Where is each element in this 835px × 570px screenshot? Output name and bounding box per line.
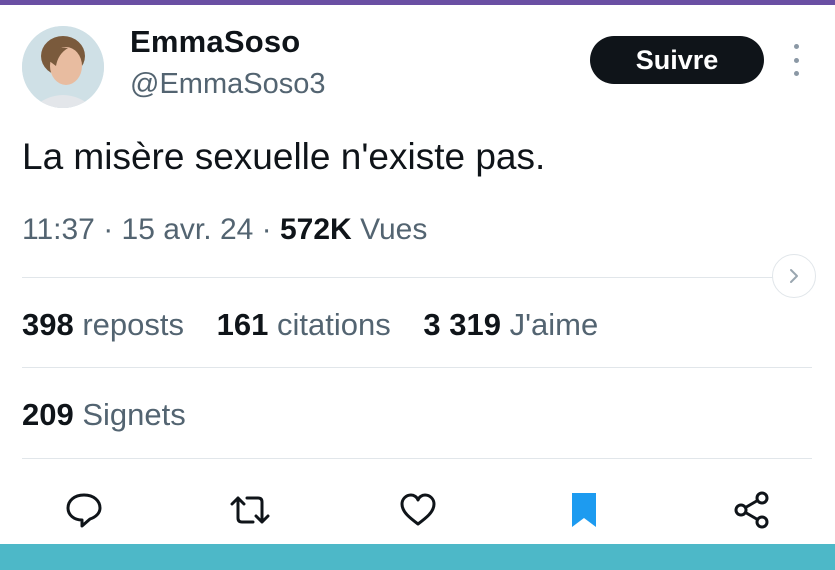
bookmarks-count: 209	[22, 397, 74, 432]
reposts-stat[interactable]: 398 reposts	[22, 307, 184, 342]
divider	[22, 458, 812, 459]
likes-label: J'aime	[509, 307, 599, 342]
views-count: 572K	[280, 213, 352, 246]
meta-separator: ·	[103, 213, 114, 246]
bottom-border-strip	[0, 544, 835, 570]
follow-button[interactable]: Suivre	[590, 36, 764, 84]
bookmark-icon[interactable]	[562, 488, 606, 532]
tweet-time[interactable]: 11:37	[22, 213, 95, 246]
share-icon[interactable]	[730, 488, 774, 532]
reposts-label: reposts	[82, 307, 185, 342]
reposts-count: 398	[22, 307, 74, 342]
views-label: Vues	[360, 213, 428, 246]
author-name[interactable]: EmmaSoso	[130, 24, 300, 60]
likes-stat[interactable]: 3 319 J'aime	[423, 307, 598, 342]
more-options-icon[interactable]	[786, 44, 806, 76]
reply-icon[interactable]	[62, 488, 106, 532]
meta-separator: ·	[261, 213, 272, 246]
chevron-right-icon[interactable]	[772, 254, 816, 298]
repost-icon[interactable]	[228, 488, 272, 532]
bookmarks-stat[interactable]: 209 Signets	[22, 397, 186, 433]
likes-count: 3 319	[423, 307, 501, 342]
quotes-count: 161	[216, 307, 269, 342]
tweet-meta: 11:37 · 15 avr. 24 · 572K Vues	[22, 213, 427, 247]
divider	[22, 367, 812, 368]
tweet-date[interactable]: 15 avr. 24	[122, 213, 254, 246]
tweet-text: La misère sexuelle n'existe pas.	[22, 136, 546, 177]
author-handle[interactable]: @EmmaSoso3	[130, 68, 325, 101]
quotes-label: citations	[277, 307, 391, 342]
divider	[22, 277, 812, 278]
like-icon[interactable]	[396, 488, 440, 532]
top-border-strip	[0, 0, 835, 5]
engagement-stats: 398 reposts 161 citations 3 319 J'aime	[22, 307, 622, 343]
bookmarks-label: Signets	[82, 397, 186, 432]
quotes-stat[interactable]: 161 citations	[217, 307, 391, 342]
avatar[interactable]	[22, 26, 104, 108]
